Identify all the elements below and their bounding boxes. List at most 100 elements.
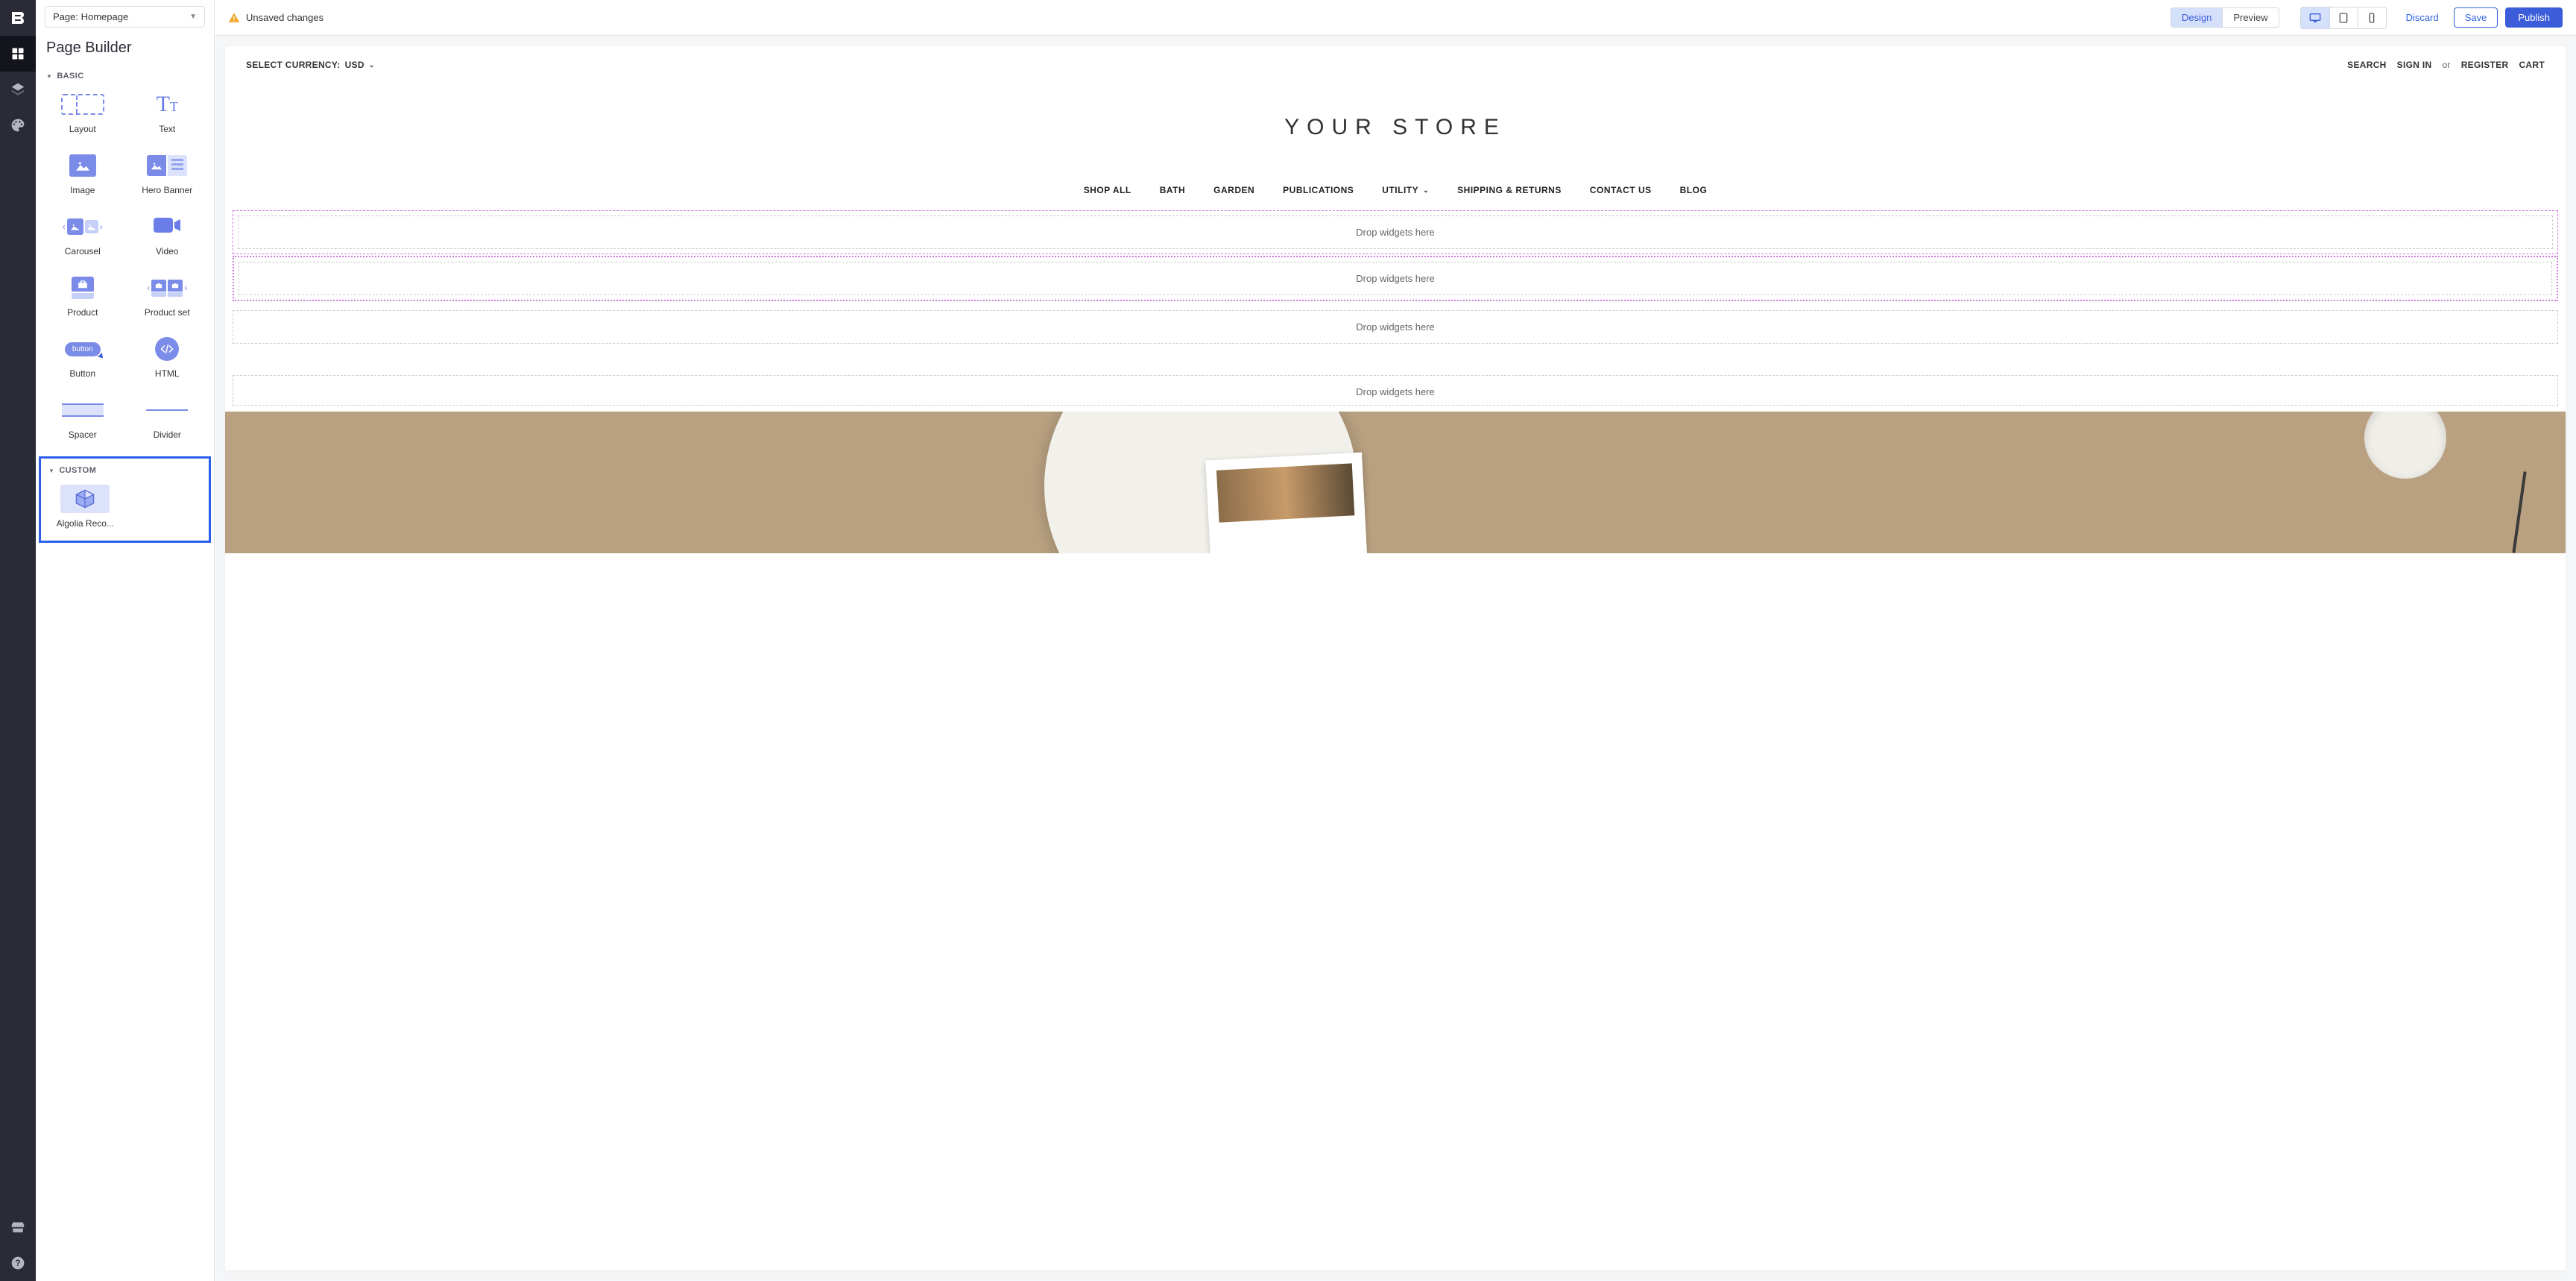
widget-carousel[interactable]: ‹› Carousel — [43, 209, 122, 261]
canvas-wrap: SELECT CURRENCY: USD ⌄ SEARCH SIGN IN or… — [215, 36, 2576, 1281]
design-mode-button[interactable]: Design — [2171, 8, 2222, 27]
widget-spacer[interactable]: Spacer — [43, 392, 122, 444]
rail-theme[interactable] — [0, 107, 36, 143]
widget-label: Divider — [154, 429, 181, 440]
hero-banner-icon — [147, 155, 187, 176]
widget-label: Product — [67, 307, 98, 318]
main-area: Unsaved changes Design Preview Discard S… — [215, 0, 2576, 1281]
store-nav: SHOP ALL BATH GARDEN PUBLICATIONS UTILIT… — [225, 185, 2566, 210]
nav-shop-all[interactable]: SHOP ALL — [1084, 185, 1131, 195]
button-icon: button — [65, 342, 101, 356]
nav-garden[interactable]: GARDEN — [1213, 185, 1254, 195]
currency-label: SELECT CURRENCY: — [246, 60, 341, 70]
nav-publications[interactable]: PUBLICATIONS — [1283, 185, 1354, 195]
rail-layers[interactable] — [0, 72, 36, 107]
carousel-icon: ‹› — [63, 218, 103, 235]
basic-widgets-grid: Layout TT Text Image Hero Banner ‹› Caro… — [36, 86, 214, 456]
drop-zone-3[interactable]: Drop widgets here — [233, 310, 2558, 344]
page-selector[interactable]: Page: Homepage ▼ — [45, 6, 205, 28]
widget-button[interactable]: button Button — [43, 331, 122, 383]
widget-label: Layout — [69, 124, 96, 134]
sidebar: Page: Homepage ▼ Page Builder ▼ BASIC La… — [36, 0, 215, 1281]
drop-zone-2-inner[interactable]: Drop widgets here — [239, 262, 2552, 295]
drop-region: Drop widgets here Drop widgets here — [225, 210, 2566, 303]
icon-rail: ? — [0, 0, 36, 1281]
widget-label: Algolia Reco... — [57, 518, 114, 529]
mode-toggle: Design Preview — [2171, 7, 2279, 28]
hero-image-placeholder — [225, 412, 2566, 553]
widget-text[interactable]: TT Text — [128, 86, 207, 139]
drop-zone-2-outer[interactable]: Drop widgets here — [233, 256, 2558, 301]
widget-label: Image — [70, 185, 95, 195]
layout-icon — [61, 94, 104, 115]
discard-button[interactable]: Discard — [2399, 7, 2446, 28]
widget-label: Text — [159, 124, 175, 134]
section-custom-label: CUSTOM — [59, 466, 96, 475]
tablet-device-button[interactable] — [2329, 7, 2358, 28]
widget-label: Button — [69, 368, 95, 379]
product-set-icon: ‹› — [147, 280, 187, 297]
currency-selector[interactable]: SELECT CURRENCY: USD ⌄ — [246, 60, 375, 70]
drop-zone-1-inner[interactable]: Drop widgets here — [238, 215, 2553, 249]
widget-label: Hero Banner — [142, 185, 192, 195]
device-toggle — [2300, 7, 2387, 29]
save-button[interactable]: Save — [2454, 7, 2498, 28]
rail-store[interactable] — [0, 1209, 36, 1245]
signin-link[interactable]: SIGN IN — [2397, 60, 2432, 70]
nav-shipping-returns[interactable]: SHIPPING & RETURNS — [1457, 185, 1562, 195]
nav-utility[interactable]: UTILITY⌄ — [1382, 185, 1429, 195]
chevron-down-icon: ▼ — [189, 13, 197, 21]
widget-algolia-recommend[interactable]: Algolia Reco... — [45, 481, 125, 533]
nav-contact-us[interactable]: CONTACT US — [1590, 185, 1652, 195]
drop-zone-4[interactable]: Drop widgets here — [233, 375, 2558, 406]
page-selector-label: Page: Homepage — [53, 11, 128, 22]
chevron-down-icon: ⌄ — [1423, 186, 1429, 195]
widget-label: Product set — [145, 307, 190, 318]
divider-icon — [146, 409, 188, 411]
nav-blog[interactable]: BLOG — [1680, 185, 1708, 195]
register-link[interactable]: REGISTER — [2461, 60, 2509, 70]
section-basic-label: BASIC — [57, 72, 83, 81]
search-link[interactable]: SEARCH — [2347, 60, 2386, 70]
cube-icon — [74, 488, 96, 510]
section-custom-header[interactable]: ▼ CUSTOM — [45, 463, 204, 481]
caret-down-icon: ▼ — [46, 73, 52, 80]
nav-bath[interactable]: BATH — [1160, 185, 1185, 195]
decor-book — [1205, 453, 1368, 553]
widget-product[interactable]: Product — [43, 270, 122, 322]
widget-video[interactable]: Video — [128, 209, 207, 261]
widget-label: Video — [156, 246, 178, 256]
video-icon — [154, 216, 180, 238]
widget-label: Carousel — [65, 246, 101, 256]
brand-logo[interactable] — [0, 0, 36, 36]
caret-down-icon: ▼ — [48, 468, 54, 474]
canvas: SELECT CURRENCY: USD ⌄ SEARCH SIGN IN or… — [225, 46, 2566, 1271]
store-topbar: SELECT CURRENCY: USD ⌄ SEARCH SIGN IN or… — [225, 46, 2566, 78]
rail-widgets[interactable] — [0, 36, 36, 72]
publish-button[interactable]: Publish — [2505, 7, 2563, 28]
widget-image[interactable]: Image — [43, 148, 122, 200]
desktop-device-button[interactable] — [2301, 7, 2329, 28]
custom-section-highlight: ▼ CUSTOM Algolia Reco... — [39, 456, 211, 543]
spacer-icon — [62, 403, 104, 417]
sidebar-title: Page Builder — [36, 35, 214, 69]
widget-hero-banner[interactable]: Hero Banner — [128, 148, 207, 200]
rail-help[interactable]: ? — [0, 1245, 36, 1281]
section-basic-header[interactable]: ▼ BASIC — [36, 69, 214, 86]
store-top-right: SEARCH SIGN IN or REGISTER CART — [2347, 60, 2545, 70]
widget-layout[interactable]: Layout — [43, 86, 122, 139]
warning-icon — [228, 12, 240, 24]
text-icon: TT — [157, 92, 178, 117]
widget-divider[interactable]: Divider — [128, 392, 207, 444]
image-icon — [69, 154, 96, 177]
mobile-device-button[interactable] — [2358, 7, 2386, 28]
decor-cup — [2364, 412, 2446, 479]
preview-mode-button[interactable]: Preview — [2222, 8, 2278, 27]
widget-label: HTML — [155, 368, 180, 379]
or-text: or — [2442, 60, 2450, 70]
widget-html[interactable]: HTML — [128, 331, 207, 383]
chevron-down-icon: ⌄ — [369, 61, 375, 69]
widget-product-set[interactable]: ‹› Product set — [128, 270, 207, 322]
drop-zone-1-outer[interactable]: Drop widgets here — [233, 210, 2558, 254]
cart-link[interactable]: CART — [2519, 60, 2545, 70]
